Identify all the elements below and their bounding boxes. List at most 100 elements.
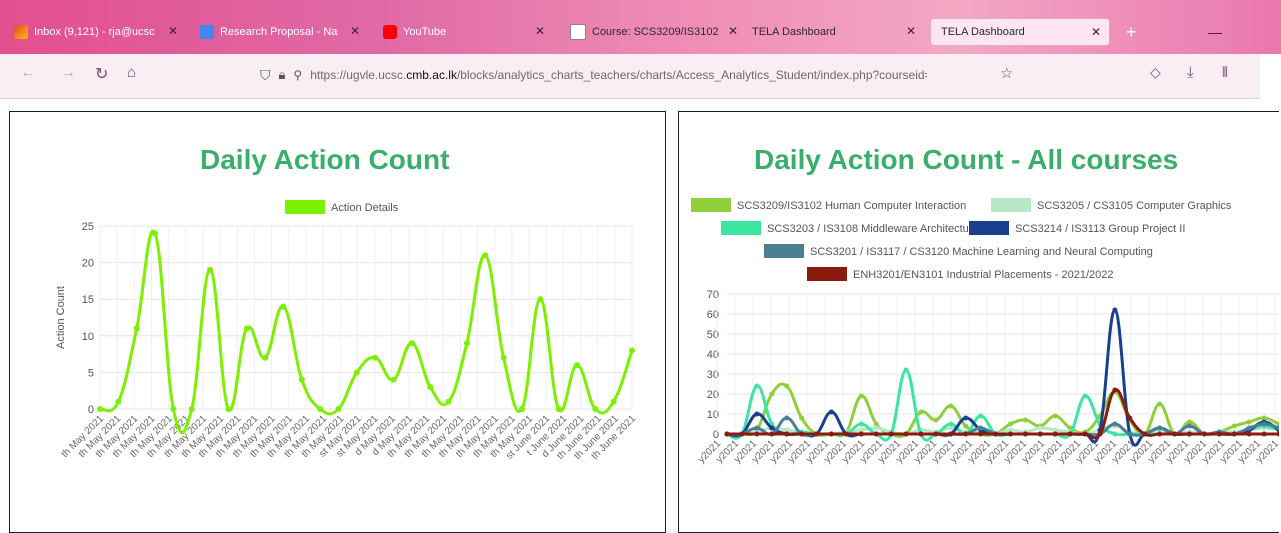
data-point xyxy=(262,354,269,361)
legend-label: SCS3205 / CS3105 Computer Graphics xyxy=(1037,200,1232,212)
forward-icon[interactable]: → xyxy=(60,64,76,82)
data-point xyxy=(1246,419,1252,425)
close-tab-icon[interactable]: ✕ xyxy=(906,24,916,38)
legend-label: SCS3203 / IS3108 Middleware Architecture xyxy=(767,223,979,235)
legend-label: SCS3209/IS3102 Human Computer Interactio… xyxy=(737,200,966,212)
data-point xyxy=(873,425,879,431)
data-point xyxy=(948,421,954,427)
y-axis-label: Action Count xyxy=(55,286,67,349)
legend-swatch xyxy=(691,198,731,212)
data-point xyxy=(1037,431,1043,437)
y-tick-label: 10 xyxy=(82,331,94,343)
tab-label: TELA Dashboard xyxy=(941,26,1025,38)
data-point xyxy=(280,303,287,310)
docs-icon xyxy=(200,25,214,39)
data-point xyxy=(754,431,760,437)
new-tab-button[interactable]: + xyxy=(1126,18,1146,46)
y-tick-label: 15 xyxy=(82,294,94,306)
tab-youtube[interactable]: YouTube ✕ xyxy=(383,18,553,46)
y-tick-label: 5 xyxy=(88,367,94,379)
data-point xyxy=(1261,421,1267,427)
tab-tela-dashboard-active[interactable]: TELA Dashboard ✕ xyxy=(930,18,1110,46)
legend-label: SCS3214 / IS3113 Group Project II xyxy=(1015,223,1185,235)
data-point xyxy=(1127,415,1133,421)
browser-tab-bar: Inbox (9,121) - rja@ucsc ✕ Research Prop… xyxy=(0,0,1281,54)
data-point xyxy=(573,362,580,369)
data-point xyxy=(1007,431,1013,437)
legend-swatch xyxy=(991,198,1031,212)
data-point xyxy=(1022,417,1028,423)
legend-swatch xyxy=(807,267,847,281)
data-point xyxy=(1157,431,1163,437)
data-point xyxy=(754,425,760,431)
data-point xyxy=(1201,431,1207,437)
close-tab-icon[interactable]: ✕ xyxy=(1091,25,1101,39)
data-point xyxy=(482,252,489,259)
close-tab-icon[interactable]: ✕ xyxy=(728,24,738,38)
course-icon xyxy=(570,24,586,40)
data-point xyxy=(828,409,834,415)
data-point xyxy=(799,431,805,437)
tab-label: Course: SCS3209/IS3102 | xyxy=(592,26,718,38)
chart-panel-daily: Daily Action Count Action Details 0 5 10 15 2… xyxy=(9,111,666,533)
minimize-icon[interactable]: — xyxy=(1208,18,1228,46)
data-point xyxy=(97,406,103,412)
data-point xyxy=(1172,431,1178,437)
data-point xyxy=(1216,431,1222,437)
data-point xyxy=(1097,431,1103,437)
data-point xyxy=(963,431,969,437)
legend-swatch xyxy=(721,221,761,235)
back-icon[interactable]: ← xyxy=(20,64,36,82)
legend-swatch xyxy=(285,200,325,214)
data-point xyxy=(317,406,324,412)
download-icon[interactable]: ⤓ xyxy=(1187,64,1194,81)
data-point xyxy=(858,421,864,427)
close-tab-icon[interactable]: ✕ xyxy=(350,24,360,38)
url-bar[interactable]: ⛉ 🔒︎ ⚲ https://ugvle.ucsc. cmb.ac.lk/bloc… xyxy=(260,62,1040,88)
home-icon[interactable]: ⌂ xyxy=(127,64,136,81)
data-point xyxy=(629,347,635,354)
data-point xyxy=(1246,431,1252,437)
library-icon[interactable]: ⫴ xyxy=(1222,64,1228,81)
data-point xyxy=(537,296,544,303)
tab-research-proposal[interactable]: Research Proposal - Navi ✕ xyxy=(200,18,368,46)
y-tick-label: 25 xyxy=(82,221,94,233)
data-point xyxy=(1112,387,1118,393)
data-point xyxy=(115,398,122,405)
data-point xyxy=(1022,431,1028,437)
data-point xyxy=(978,431,984,437)
pocket-icon[interactable]: ◇ xyxy=(1150,64,1161,81)
data-point xyxy=(1052,413,1058,419)
data-point xyxy=(1007,421,1013,427)
data-point xyxy=(754,411,760,417)
data-point xyxy=(784,383,790,389)
data-point xyxy=(933,417,939,423)
data-point xyxy=(1276,431,1279,437)
data-point xyxy=(1157,425,1163,431)
data-point xyxy=(1112,431,1118,437)
close-tab-icon[interactable]: ✕ xyxy=(535,24,545,38)
data-point xyxy=(873,431,879,437)
data-point xyxy=(207,266,214,273)
lock-icon: 🔒︎ xyxy=(278,67,286,82)
data-point xyxy=(754,383,760,389)
y-tick-label: 0 xyxy=(88,404,94,416)
data-point xyxy=(408,340,415,347)
data-point xyxy=(1082,431,1088,437)
data-point xyxy=(170,406,177,412)
data-point xyxy=(1112,421,1118,427)
tab-gmail[interactable]: Inbox (9,121) - rja@ucsc ✕ xyxy=(14,18,186,46)
data-point xyxy=(592,406,599,412)
legend-label: ENH3201/EN3101 Industrial Placements - 2… xyxy=(853,269,1114,281)
data-point xyxy=(1231,431,1237,437)
data-point xyxy=(769,391,775,397)
youtube-icon xyxy=(383,25,397,39)
data-point xyxy=(1142,431,1148,437)
tab-tela-dashboard[interactable]: TELA Dashboard ✕ xyxy=(752,18,924,46)
data-point xyxy=(814,431,820,437)
reload-icon[interactable]: ↻ xyxy=(95,64,108,84)
tab-course[interactable]: Course: SCS3209/IS3102 | ✕ xyxy=(570,18,746,46)
close-tab-icon[interactable]: ✕ xyxy=(168,24,178,38)
tab-label: Inbox (9,121) - rja@ucsc xyxy=(34,26,155,38)
data-point xyxy=(784,415,790,421)
